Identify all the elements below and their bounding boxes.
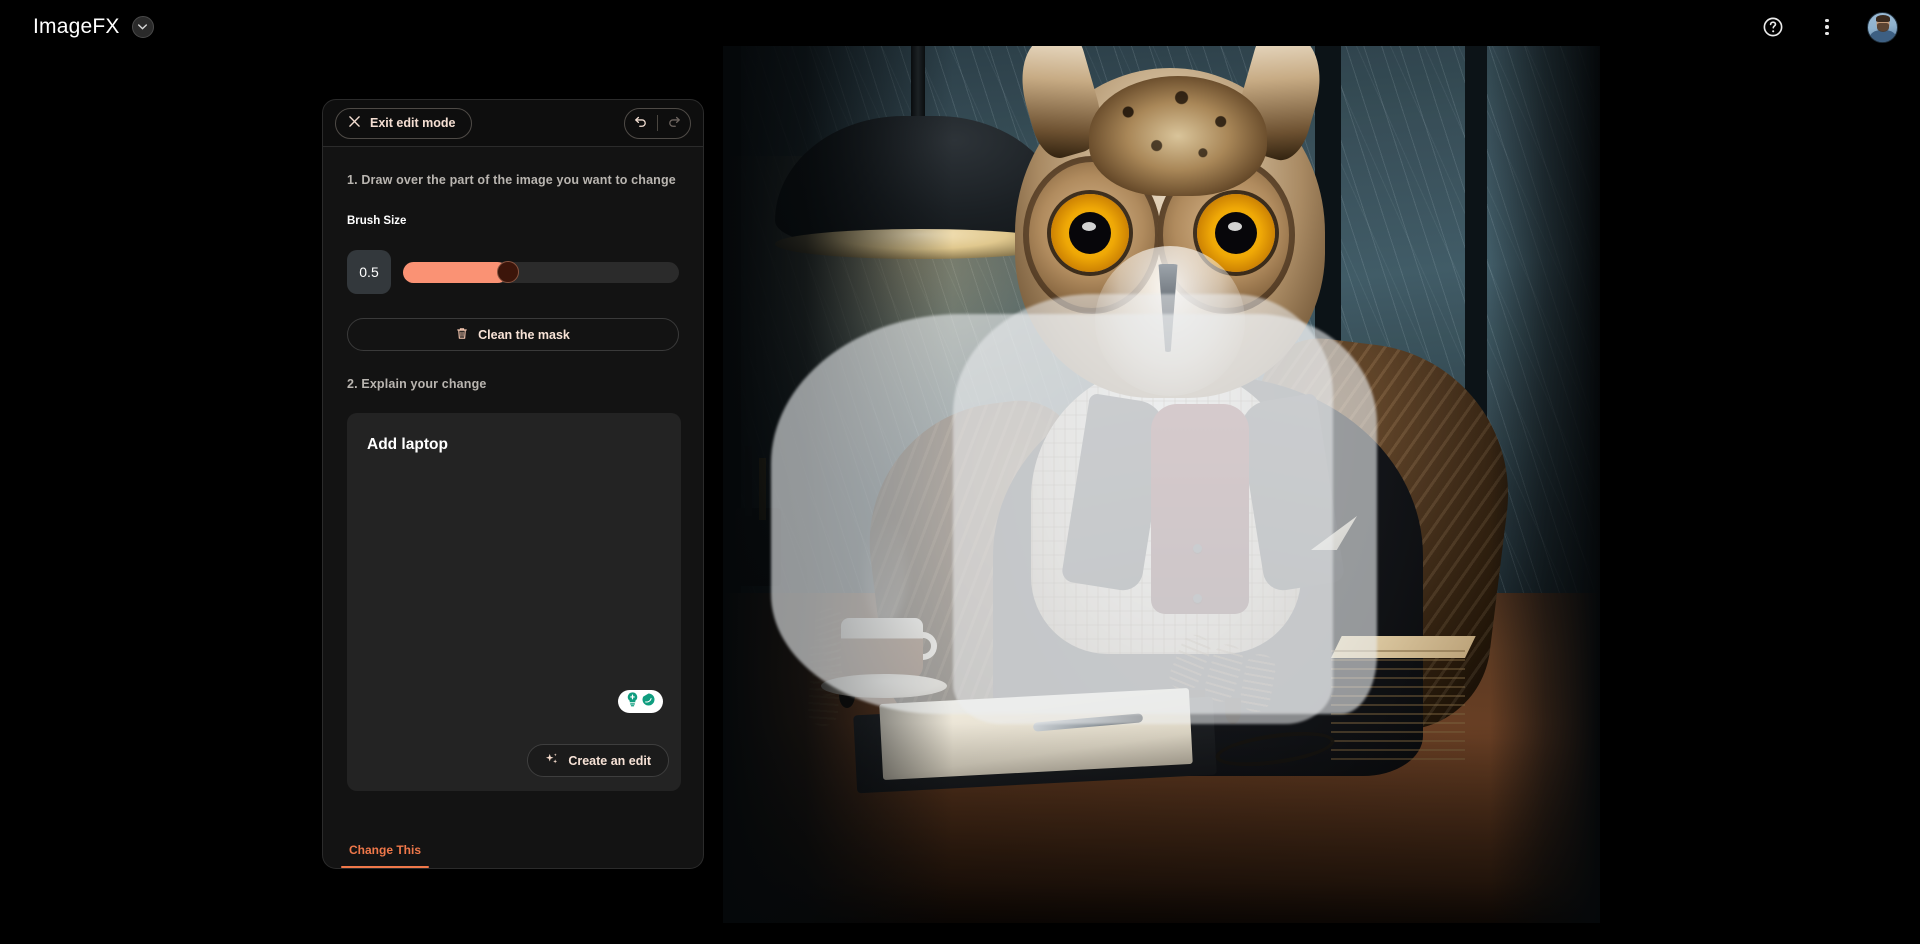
generated-image (723, 46, 1600, 923)
edit-panel: Exit edit mode 1. Draw over the part of … (322, 99, 704, 869)
sparkles-icon (545, 752, 559, 769)
brush-size-label: Brush Size (347, 215, 407, 227)
redo-icon (667, 114, 681, 133)
suggestion-badge[interactable] (618, 690, 663, 713)
image-canvas[interactable] (723, 46, 1600, 923)
chat-bubble-icon (641, 692, 656, 712)
prompt-text[interactable]: Add laptop (367, 435, 661, 456)
tab-change-this[interactable]: Change This (341, 843, 430, 868)
clean-mask-button[interactable]: Clean the mask (347, 318, 679, 351)
app-title: ImageFX (33, 15, 120, 38)
slider-thumb[interactable] (496, 261, 519, 283)
topbar-actions (1759, 11, 1898, 43)
owl-vest (1151, 404, 1249, 614)
top-bar: ImageFX (0, 0, 1920, 54)
edit-panel-footer: Change This (322, 820, 704, 869)
more-vertical-icon[interactable] (1813, 13, 1841, 41)
brush-size-control: 0.5 (347, 250, 679, 294)
edit-panel-header: Exit edit mode (322, 99, 704, 147)
lightbulb-icon (625, 691, 640, 712)
exit-edit-mode-label: Exit edit mode (370, 116, 456, 130)
create-edit-button[interactable]: Create an edit (527, 744, 669, 777)
close-icon (349, 116, 360, 130)
prompt-input-box[interactable]: Add laptop Create an edit (347, 413, 681, 791)
brand-area: ImageFX (33, 15, 154, 39)
undo-redo-group (624, 107, 691, 139)
slider-fill (403, 261, 508, 283)
redo-button[interactable] (658, 109, 690, 138)
owl-brow (1089, 76, 1267, 196)
brush-size-value: 0.5 (347, 250, 391, 294)
undo-icon (634, 114, 648, 133)
chevron-down-icon[interactable] (131, 16, 154, 38)
trash-icon (456, 327, 468, 343)
create-edit-label: Create an edit (568, 753, 651, 768)
clean-mask-label: Clean the mask (478, 327, 570, 342)
exit-edit-mode-button[interactable]: Exit edit mode (335, 107, 473, 139)
step-1-label: 1. Draw over the part of the image you w… (347, 173, 676, 187)
tab-change-this-label: Change This (349, 843, 422, 857)
undo-button[interactable] (625, 109, 657, 138)
owl-eye-left (1051, 194, 1129, 272)
step-2-label: 2. Explain your change (347, 377, 487, 391)
brush-size-slider[interactable] (403, 261, 679, 283)
tab-active-indicator (341, 865, 430, 868)
avatar[interactable] (1867, 11, 1898, 43)
help-circle-icon[interactable] (1759, 13, 1787, 41)
edit-panel-body: 1. Draw over the part of the image you w… (322, 147, 704, 820)
